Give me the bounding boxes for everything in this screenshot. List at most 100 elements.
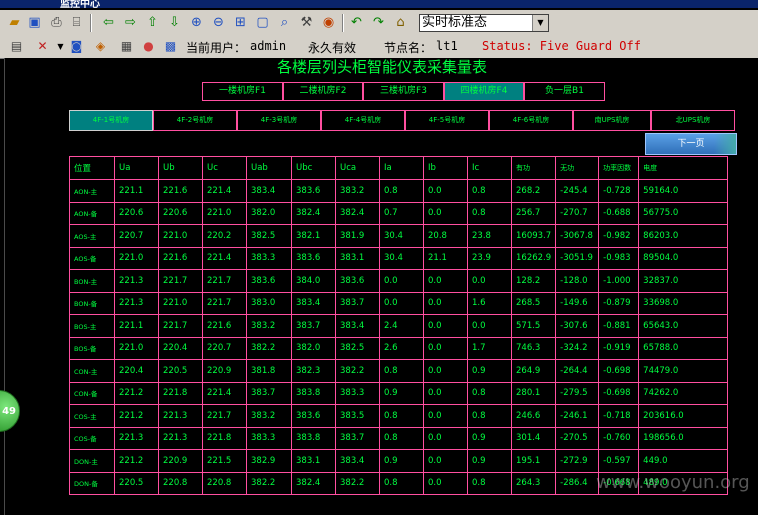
table-cell: 301.4: [510, 426, 557, 450]
table-cell: 383.4: [335, 449, 380, 473]
settings-icon[interactable]: ▩: [162, 38, 179, 55]
floor-tab-f4[interactable]: 四楼机房F4: [444, 82, 524, 101]
table-cell: -324.2: [555, 336, 600, 360]
save-icon[interactable]: ▣: [26, 14, 43, 31]
table-cell: 221.0: [158, 291, 203, 315]
report-icon[interactable]: ▦: [118, 38, 135, 55]
room-tab-4f-5[interactable]: 4F-5号机房: [405, 110, 489, 131]
arrow-right-icon[interactable]: ⇨: [122, 14, 139, 31]
table-cell: 0.9: [467, 449, 512, 473]
table-cell: 221.4: [202, 381, 247, 405]
room-tab-north-ups[interactable]: 北UPS机房: [651, 110, 735, 131]
arrow-down-icon[interactable]: ⇩: [166, 14, 183, 31]
chevron-down-icon[interactable]: ▼: [532, 15, 548, 31]
main-toolbar: ▰ ▣ ⎙ ⌸ ⇦ ⇨ ⇧ ⇩ ⊕ ⊖ ⊞ ▢ ⌕ ⚒ ◉ ↶ ↷ ⌂: [0, 10, 758, 37]
table-cell: 203616.0: [638, 404, 729, 428]
room-tab-4f-2[interactable]: 4F-2号机房: [153, 110, 237, 131]
alarm-icon[interactable]: ✕: [34, 38, 51, 55]
forward-icon[interactable]: ↷: [370, 14, 387, 31]
table-cell: 0.0: [423, 404, 468, 428]
room-tab-4f-4[interactable]: 4F-4号机房: [321, 110, 405, 131]
home-icon[interactable]: ⌂: [392, 14, 409, 31]
room-tab-4f-1[interactable]: 4F-1号机房: [69, 110, 153, 131]
display-icon[interactable]: ▤: [8, 38, 25, 55]
arrow-up-icon[interactable]: ⇧: [144, 14, 161, 31]
row-location-cell: DON-主: [69, 449, 115, 473]
full-screen-icon[interactable]: ▢: [254, 14, 271, 31]
table-cell: -0.718: [598, 404, 640, 428]
table-cell: 221.3: [114, 426, 159, 450]
floor-tab-f1[interactable]: 一楼机房F1: [202, 82, 283, 101]
table-cell: -3067.8: [555, 224, 600, 248]
table-cell: 383.6: [291, 404, 336, 428]
floor-tab-f3[interactable]: 三楼机房F3: [363, 82, 444, 101]
table-cell: 33698.0: [638, 291, 729, 315]
table-cell: 221.0: [114, 246, 159, 270]
chevron-down-icon[interactable]: ▼: [52, 38, 69, 55]
table-row: BON-备 221.3 221.0 221.7 383.0 383.4 383.7 0.0 0.…: [69, 291, 729, 315]
table-cell: 220.6: [158, 201, 203, 225]
table-row: COS-备 221.3 221.3 221.8 383.3 383.8 383.7 0.8 0.…: [69, 426, 729, 450]
validity-text: 永久有效: [308, 41, 357, 55]
table-header-cell: Ubc: [291, 156, 336, 180]
table-cell: -286.4: [555, 471, 600, 495]
back-icon[interactable]: ↶: [348, 14, 365, 31]
table-cell: 65788.0: [638, 336, 729, 360]
room-tab-4f-3[interactable]: 4F-3号机房: [237, 110, 321, 131]
table-cell: -0.760: [598, 426, 640, 450]
print-preview-icon[interactable]: ⌸: [68, 14, 85, 31]
view-mode-select[interactable]: 实时标准态 ▼: [419, 14, 549, 32]
table-header-cell: Ic: [467, 156, 512, 180]
table-cell: 382.2: [246, 471, 292, 495]
table-cell: 383.2: [335, 179, 380, 203]
arrow-left-icon[interactable]: ⇦: [100, 14, 117, 31]
row-location-cell: AOS-备: [69, 246, 115, 270]
table-cell: 0.8: [379, 359, 424, 383]
table-cell: 268.5: [510, 291, 557, 315]
floor-tab-f2[interactable]: 二楼机房F2: [283, 82, 363, 101]
open-folder-icon[interactable]: ▰: [6, 14, 23, 31]
table-header-cell: Ub: [158, 156, 203, 180]
zoom-in-icon[interactable]: ⊕: [188, 14, 205, 31]
table-cell: 1.6: [467, 291, 512, 315]
window-titlebar: 监控中心: [0, 0, 758, 8]
table-cell: 0.0: [379, 269, 424, 293]
table-cell: -0.982: [598, 224, 640, 248]
search-icon[interactable]: ⌕: [276, 14, 293, 31]
monitor-panel: 各楼层列头柜智能仪表采集量表 一楼机房F1 二楼机房F2 三楼机房F3 四楼机房…: [4, 58, 758, 515]
table-cell: 221.6: [202, 314, 247, 338]
table-cell: -0.688: [598, 201, 640, 225]
table-row: CON-备 221.2 221.8 221.4 383.7 383.8 383.3 0.9 0.…: [69, 381, 729, 405]
table-cell: 382.0: [291, 336, 336, 360]
zoom-out-icon[interactable]: ⊖: [210, 14, 227, 31]
table-cell: 0.9: [467, 359, 512, 383]
next-page-button[interactable]: 下一页: [645, 133, 737, 155]
table-header-row: 位置 Ua Ub Uc Uab Ubc Uca Ia Ib Ic 有功 无功 功率因数 电度: [69, 156, 729, 180]
table-cell: -149.6: [555, 291, 600, 315]
record-icon[interactable]: ◈: [92, 38, 109, 55]
table-cell: 1.7: [467, 336, 512, 360]
print-icon[interactable]: ⎙: [48, 14, 65, 31]
row-location-cell: COS-主: [69, 404, 115, 428]
fit-window-icon[interactable]: ⊞: [232, 14, 249, 31]
table-cell: 0.0: [423, 381, 468, 405]
table-cell: 246.6: [510, 404, 557, 428]
table-cell: 0.8: [379, 471, 424, 495]
table-cell: 383.5: [335, 404, 380, 428]
table-cell: 220.7: [202, 336, 247, 360]
view-icon[interactable]: ◉: [320, 14, 337, 31]
row-location-cell: AON-备: [69, 201, 115, 225]
table-cell: 382.4: [335, 201, 380, 225]
table-cell: 382.4: [291, 471, 336, 495]
table-cell: 381.8: [246, 359, 292, 383]
camera-icon[interactable]: ◙: [68, 38, 85, 55]
table-header-cell: Ia: [379, 156, 424, 180]
user-icon[interactable]: ●: [140, 38, 157, 55]
tools-icon[interactable]: ⚒: [298, 14, 315, 31]
table-row: AOS-备 221.0 221.6 221.4 383.3 383.6 383.1 30.4 2…: [69, 246, 729, 270]
table-cell: 0.0: [423, 336, 468, 360]
floor-tab-b1[interactable]: 负一层B1: [524, 82, 605, 101]
room-tab-4f-6[interactable]: 4F-6号机房: [489, 110, 573, 131]
room-tab-south-ups[interactable]: 南UPS机房: [573, 110, 651, 131]
table-cell: 0.0: [423, 314, 468, 338]
